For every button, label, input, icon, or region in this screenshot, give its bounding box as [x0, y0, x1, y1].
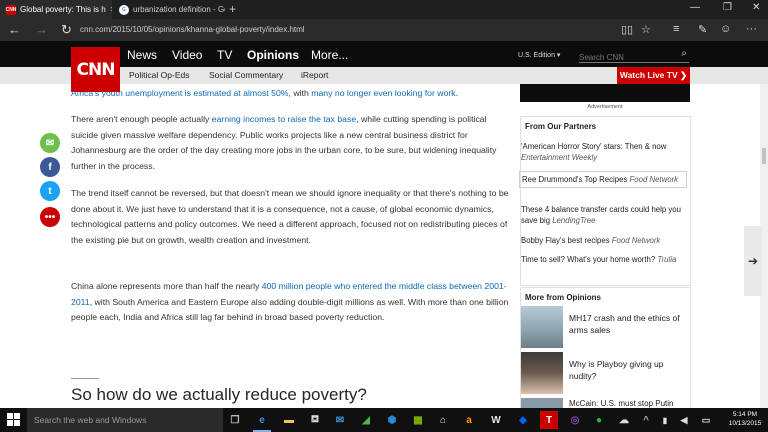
- partners-title: From Our Partners: [525, 122, 597, 131]
- article-paragraph: The trend itself cannot be reversed, but…: [71, 188, 509, 245]
- reading-view-icon[interactable]: ▯▯: [621, 23, 633, 36]
- task-view-icon[interactable]: ❐: [226, 411, 244, 429]
- edge-browser-icon[interactable]: e: [253, 411, 271, 432]
- opinion-item[interactable]: Why is Playboy giving up nudity?: [569, 358, 687, 382]
- search-box: ⌕: [579, 47, 689, 63]
- nav-video[interactable]: Video: [172, 48, 202, 62]
- google-favicon-icon: G: [119, 4, 129, 15]
- mccain-thumbnail[interactable]: [521, 398, 563, 408]
- subnav-social-commentary[interactable]: Social Commentary: [209, 70, 283, 80]
- more-share-icon[interactable]: •••: [40, 207, 60, 227]
- show-hidden-icons-icon[interactable]: ^: [637, 411, 655, 429]
- opinion-item[interactable]: McCain: U.S. must stop Putin: [569, 400, 687, 408]
- subnav-political-op-eds[interactable]: Political Op-Eds: [129, 70, 189, 80]
- tab-urbanization[interactable]: G urbanization definition - Goo ✕: [113, 0, 225, 19]
- wikipedia-icon[interactable]: W: [487, 411, 505, 429]
- calculator-icon[interactable]: ▦: [409, 411, 427, 429]
- advertisement-label: Advertisement: [587, 104, 623, 110]
- tax-base-link[interactable]: earning incomes to raise the tax base: [212, 114, 356, 124]
- hub-icon[interactable]: ≡: [673, 23, 679, 35]
- article-paragraph: Africa's youth unemployment is estimated…: [71, 88, 459, 98]
- partner-item[interactable]: These 4 balance transfer cards could hel…: [521, 202, 689, 228]
- store-icon[interactable]: ⛾: [306, 411, 324, 429]
- minimize-icon[interactable]: —: [690, 2, 700, 13]
- section-heading: So how do we actually reduce poverty?: [71, 385, 367, 404]
- article-paragraph: There aren't enough people actually earn…: [71, 114, 497, 171]
- refresh-icon[interactable]: ↻: [61, 22, 72, 38]
- twitter-share-icon[interactable]: t: [40, 181, 60, 201]
- taskbar-clock[interactable]: 5:14 PM 10/13/2015: [725, 410, 765, 428]
- nav-more[interactable]: More...: [311, 48, 348, 62]
- nav-tv[interactable]: TV: [217, 48, 232, 62]
- opinion-item[interactable]: MH17 crash and the ethics of arms sales: [569, 312, 687, 336]
- facebook-share-icon[interactable]: f: [40, 157, 60, 177]
- tab-close-icon[interactable]: ✕: [110, 5, 112, 14]
- section-divider: [71, 378, 99, 379]
- search-icon[interactable]: ⌕: [681, 48, 687, 59]
- subnav-ireport[interactable]: iReport: [301, 70, 328, 80]
- cloud-icon[interactable]: ☁: [615, 411, 633, 429]
- spotify-icon[interactable]: ●: [590, 411, 608, 429]
- browser-window: CNN Global poverty: This is h ✕ G urbani…: [0, 0, 768, 432]
- more-actions-icon[interactable]: ···: [746, 23, 757, 35]
- tab-title: Global poverty: This is h: [20, 5, 106, 14]
- maximize-icon[interactable]: ❐: [723, 2, 732, 13]
- partner-item[interactable]: Ree Drummond's Top Recipes Food Network: [519, 171, 687, 188]
- forward-icon[interactable]: →: [35, 22, 48, 38]
- web-note-icon[interactable]: ✎: [698, 23, 707, 36]
- next-page-arrow-icon[interactable]: ➔: [744, 226, 762, 296]
- notifications-icon[interactable]: ▭: [697, 411, 715, 429]
- file-explorer-icon[interactable]: ▬: [280, 411, 298, 429]
- partner-item[interactable]: Bobby Flay's best recipes Food Network: [521, 233, 689, 248]
- close-window-icon[interactable]: ✕: [752, 2, 760, 13]
- new-tab-icon[interactable]: +: [229, 2, 236, 16]
- email-share-icon[interactable]: ✉: [40, 133, 60, 153]
- tab-global-poverty[interactable]: CNN Global poverty: This is h ✕: [0, 0, 112, 19]
- playboy-thumbnail[interactable]: [521, 352, 563, 394]
- viber-icon[interactable]: ◎: [566, 411, 584, 429]
- people-icon[interactable]: ⬢: [383, 411, 401, 429]
- scrollbar-thumb[interactable]: [762, 148, 766, 164]
- network-icon[interactable]: ▮: [656, 411, 674, 429]
- amazon-icon[interactable]: a: [460, 411, 478, 429]
- nav-news[interactable]: News: [127, 48, 157, 62]
- back-icon[interactable]: ←: [8, 22, 21, 38]
- windows-start-icon[interactable]: [7, 413, 21, 427]
- mail-icon[interactable]: ✉: [331, 411, 349, 429]
- partner-item[interactable]: 'American Horror Story' stars: Then & no…: [521, 139, 689, 165]
- address-bar: ← → ↻ cnn.com/2015/10/05/opinions/khanna…: [0, 19, 768, 41]
- edition-selector[interactable]: U.S. Edition ▾: [518, 51, 560, 59]
- partner-item[interactable]: Time to sell? What's your home worth? Tr…: [521, 252, 689, 267]
- tab-title: urbanization definition - Goo: [133, 5, 225, 14]
- no-longer-looking-link[interactable]: many no longer even looking for work: [311, 88, 455, 98]
- volume-icon[interactable]: ◀: [675, 411, 693, 429]
- cnn-logo[interactable]: CNN: [71, 47, 120, 92]
- mh17-thumbnail[interactable]: [521, 306, 563, 348]
- taskbar-search-box[interactable]: Search the web and Windows: [27, 408, 223, 432]
- article-paragraph: China alone represents more than half th…: [71, 281, 509, 322]
- url-field[interactable]: cnn.com/2015/10/05/opinions/khanna-globa…: [80, 25, 305, 34]
- opinions-title: More from Opinions: [525, 293, 601, 302]
- search-input[interactable]: [579, 53, 667, 62]
- home-icon[interactable]: ⌂: [434, 411, 452, 429]
- maps-icon[interactable]: ◢: [357, 411, 375, 429]
- advertisement-banner[interactable]: [520, 84, 690, 102]
- nav-opinions[interactable]: Opinions: [247, 48, 299, 62]
- watch-live-tv-button[interactable]: Watch Live TV ❯: [617, 67, 690, 84]
- tumblr-icon[interactable]: T: [540, 411, 558, 429]
- share-icon[interactable]: ☺: [720, 23, 731, 35]
- favorite-star-icon[interactable]: ☆: [641, 23, 651, 36]
- tab-strip: CNN Global poverty: This is h ✕ G urbani…: [0, 0, 768, 19]
- dropbox-icon[interactable]: ◆: [514, 411, 532, 429]
- cnn-favicon-icon: CNN: [5, 4, 17, 15]
